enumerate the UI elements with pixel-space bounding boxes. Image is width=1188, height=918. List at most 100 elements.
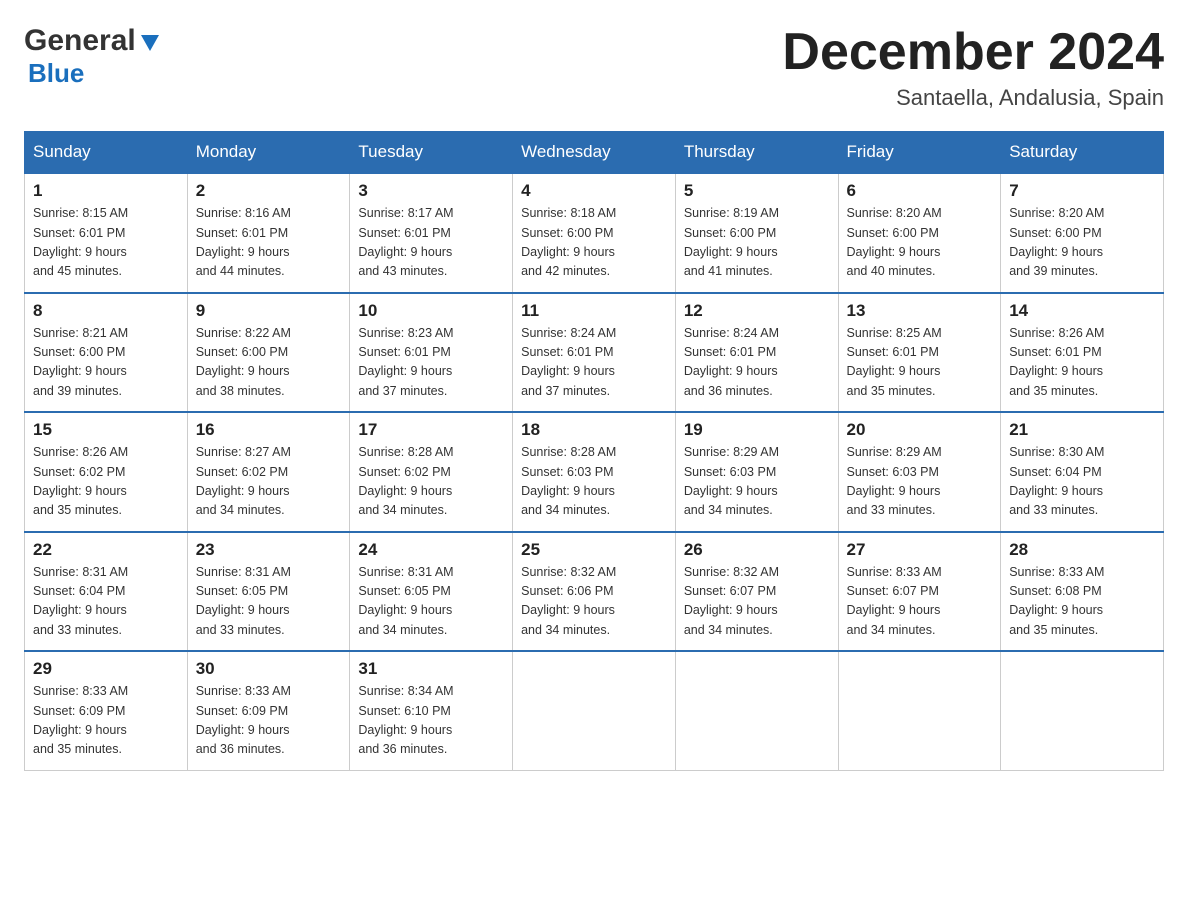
day-number: 20	[847, 420, 993, 440]
day-info: Sunrise: 8:24 AM Sunset: 6:01 PM Dayligh…	[521, 324, 667, 402]
day-info: Sunrise: 8:19 AM Sunset: 6:00 PM Dayligh…	[684, 204, 830, 282]
day-info: Sunrise: 8:31 AM Sunset: 6:04 PM Dayligh…	[33, 563, 179, 641]
calendar-cell: 19 Sunrise: 8:29 AM Sunset: 6:03 PM Dayl…	[675, 412, 838, 532]
day-number: 22	[33, 540, 179, 560]
day-info: Sunrise: 8:32 AM Sunset: 6:07 PM Dayligh…	[684, 563, 830, 641]
day-info: Sunrise: 8:23 AM Sunset: 6:01 PM Dayligh…	[358, 324, 504, 402]
day-info: Sunrise: 8:18 AM Sunset: 6:00 PM Dayligh…	[521, 204, 667, 282]
day-info: Sunrise: 8:28 AM Sunset: 6:03 PM Dayligh…	[521, 443, 667, 521]
location-subtitle: Santaella, Andalusia, Spain	[782, 85, 1164, 111]
day-info: Sunrise: 8:15 AM Sunset: 6:01 PM Dayligh…	[33, 204, 179, 282]
day-number: 21	[1009, 420, 1155, 440]
calendar-cell: 12 Sunrise: 8:24 AM Sunset: 6:01 PM Dayl…	[675, 293, 838, 413]
calendar-week-5: 29 Sunrise: 8:33 AM Sunset: 6:09 PM Dayl…	[25, 651, 1164, 770]
calendar-cell: 26 Sunrise: 8:32 AM Sunset: 6:07 PM Dayl…	[675, 532, 838, 652]
calendar-cell: 25 Sunrise: 8:32 AM Sunset: 6:06 PM Dayl…	[513, 532, 676, 652]
calendar-cell: 5 Sunrise: 8:19 AM Sunset: 6:00 PM Dayli…	[675, 173, 838, 293]
calendar-cell	[513, 651, 676, 770]
col-monday: Monday	[187, 132, 350, 174]
calendar-cell: 21 Sunrise: 8:30 AM Sunset: 6:04 PM Dayl…	[1001, 412, 1164, 532]
day-info: Sunrise: 8:34 AM Sunset: 6:10 PM Dayligh…	[358, 682, 504, 760]
calendar-cell: 24 Sunrise: 8:31 AM Sunset: 6:05 PM Dayl…	[350, 532, 513, 652]
calendar-cell: 27 Sunrise: 8:33 AM Sunset: 6:07 PM Dayl…	[838, 532, 1001, 652]
calendar-cell: 30 Sunrise: 8:33 AM Sunset: 6:09 PM Dayl…	[187, 651, 350, 770]
calendar-header-row: Sunday Monday Tuesday Wednesday Thursday…	[25, 132, 1164, 174]
calendar-week-1: 1 Sunrise: 8:15 AM Sunset: 6:01 PM Dayli…	[25, 173, 1164, 293]
day-info: Sunrise: 8:30 AM Sunset: 6:04 PM Dayligh…	[1009, 443, 1155, 521]
day-number: 12	[684, 301, 830, 321]
day-info: Sunrise: 8:20 AM Sunset: 6:00 PM Dayligh…	[1009, 204, 1155, 282]
day-info: Sunrise: 8:33 AM Sunset: 6:09 PM Dayligh…	[33, 682, 179, 760]
day-number: 29	[33, 659, 179, 679]
day-number: 28	[1009, 540, 1155, 560]
month-title: December 2024	[782, 24, 1164, 81]
calendar-week-4: 22 Sunrise: 8:31 AM Sunset: 6:04 PM Dayl…	[25, 532, 1164, 652]
day-number: 17	[358, 420, 504, 440]
calendar-week-3: 15 Sunrise: 8:26 AM Sunset: 6:02 PM Dayl…	[25, 412, 1164, 532]
day-number: 31	[358, 659, 504, 679]
day-info: Sunrise: 8:17 AM Sunset: 6:01 PM Dayligh…	[358, 204, 504, 282]
day-number: 13	[847, 301, 993, 321]
col-sunday: Sunday	[25, 132, 188, 174]
calendar-cell	[838, 651, 1001, 770]
day-number: 19	[684, 420, 830, 440]
calendar-cell: 28 Sunrise: 8:33 AM Sunset: 6:08 PM Dayl…	[1001, 532, 1164, 652]
col-friday: Friday	[838, 132, 1001, 174]
calendar-cell: 20 Sunrise: 8:29 AM Sunset: 6:03 PM Dayl…	[838, 412, 1001, 532]
calendar-cell: 29 Sunrise: 8:33 AM Sunset: 6:09 PM Dayl…	[25, 651, 188, 770]
day-info: Sunrise: 8:32 AM Sunset: 6:06 PM Dayligh…	[521, 563, 667, 641]
day-info: Sunrise: 8:33 AM Sunset: 6:07 PM Dayligh…	[847, 563, 993, 641]
day-info: Sunrise: 8:20 AM Sunset: 6:00 PM Dayligh…	[847, 204, 993, 282]
calendar-cell: 17 Sunrise: 8:28 AM Sunset: 6:02 PM Dayl…	[350, 412, 513, 532]
logo-triangle-icon	[139, 31, 161, 53]
day-info: Sunrise: 8:29 AM Sunset: 6:03 PM Dayligh…	[847, 443, 993, 521]
logo-blue-text: Blue	[28, 58, 84, 88]
calendar-cell: 16 Sunrise: 8:27 AM Sunset: 6:02 PM Dayl…	[187, 412, 350, 532]
calendar-cell: 22 Sunrise: 8:31 AM Sunset: 6:04 PM Dayl…	[25, 532, 188, 652]
calendar-cell: 4 Sunrise: 8:18 AM Sunset: 6:00 PM Dayli…	[513, 173, 676, 293]
calendar-cell: 7 Sunrise: 8:20 AM Sunset: 6:00 PM Dayli…	[1001, 173, 1164, 293]
calendar-cell: 13 Sunrise: 8:25 AM Sunset: 6:01 PM Dayl…	[838, 293, 1001, 413]
day-number: 30	[196, 659, 342, 679]
day-number: 8	[33, 301, 179, 321]
col-tuesday: Tuesday	[350, 132, 513, 174]
day-info: Sunrise: 8:24 AM Sunset: 6:01 PM Dayligh…	[684, 324, 830, 402]
calendar-cell: 9 Sunrise: 8:22 AM Sunset: 6:00 PM Dayli…	[187, 293, 350, 413]
day-info: Sunrise: 8:16 AM Sunset: 6:01 PM Dayligh…	[196, 204, 342, 282]
calendar-cell	[1001, 651, 1164, 770]
title-block: December 2024 Santaella, Andalusia, Spai…	[782, 24, 1164, 111]
day-number: 1	[33, 181, 179, 201]
col-wednesday: Wednesday	[513, 132, 676, 174]
calendar-cell: 6 Sunrise: 8:20 AM Sunset: 6:00 PM Dayli…	[838, 173, 1001, 293]
day-number: 18	[521, 420, 667, 440]
calendar-cell: 14 Sunrise: 8:26 AM Sunset: 6:01 PM Dayl…	[1001, 293, 1164, 413]
day-number: 4	[521, 181, 667, 201]
day-number: 26	[684, 540, 830, 560]
calendar-cell: 11 Sunrise: 8:24 AM Sunset: 6:01 PM Dayl…	[513, 293, 676, 413]
day-info: Sunrise: 8:26 AM Sunset: 6:01 PM Dayligh…	[1009, 324, 1155, 402]
day-info: Sunrise: 8:31 AM Sunset: 6:05 PM Dayligh…	[196, 563, 342, 641]
day-number: 9	[196, 301, 342, 321]
col-saturday: Saturday	[1001, 132, 1164, 174]
day-info: Sunrise: 8:22 AM Sunset: 6:00 PM Dayligh…	[196, 324, 342, 402]
calendar-week-2: 8 Sunrise: 8:21 AM Sunset: 6:00 PM Dayli…	[25, 293, 1164, 413]
logo: General Blue	[24, 24, 161, 89]
day-info: Sunrise: 8:25 AM Sunset: 6:01 PM Dayligh…	[847, 324, 993, 402]
day-info: Sunrise: 8:28 AM Sunset: 6:02 PM Dayligh…	[358, 443, 504, 521]
day-number: 5	[684, 181, 830, 201]
calendar-cell: 23 Sunrise: 8:31 AM Sunset: 6:05 PM Dayl…	[187, 532, 350, 652]
calendar-cell: 31 Sunrise: 8:34 AM Sunset: 6:10 PM Dayl…	[350, 651, 513, 770]
day-info: Sunrise: 8:27 AM Sunset: 6:02 PM Dayligh…	[196, 443, 342, 521]
day-info: Sunrise: 8:33 AM Sunset: 6:08 PM Dayligh…	[1009, 563, 1155, 641]
day-number: 27	[847, 540, 993, 560]
day-info: Sunrise: 8:33 AM Sunset: 6:09 PM Dayligh…	[196, 682, 342, 760]
day-info: Sunrise: 8:21 AM Sunset: 6:00 PM Dayligh…	[33, 324, 179, 402]
day-number: 2	[196, 181, 342, 201]
day-info: Sunrise: 8:31 AM Sunset: 6:05 PM Dayligh…	[358, 563, 504, 641]
day-info: Sunrise: 8:26 AM Sunset: 6:02 PM Dayligh…	[33, 443, 179, 521]
day-number: 6	[847, 181, 993, 201]
calendar-cell	[675, 651, 838, 770]
col-thursday: Thursday	[675, 132, 838, 174]
day-number: 23	[196, 540, 342, 560]
day-number: 25	[521, 540, 667, 560]
